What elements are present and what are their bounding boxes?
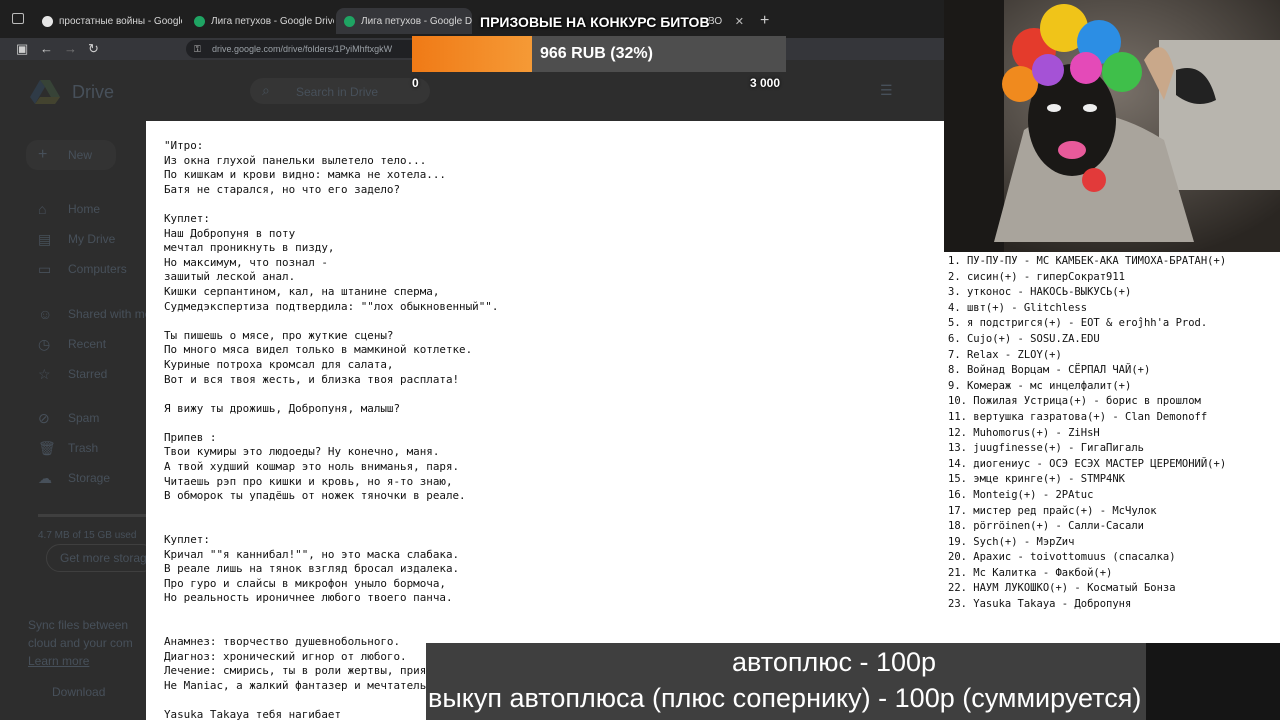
participant-item: 17. мистер ред прайс(+) - МсЧулок <box>948 504 1157 517</box>
reload-icon[interactable]: ↻ <box>88 41 99 57</box>
document-line: Вот и вся твоя жесть, и близка твоя расп… <box>164 372 460 386</box>
tab-sheets[interactable]: простатные войны - Google Sheets ✕ <box>34 8 182 34</box>
document-preview: "Итро: Из окна глухой панельки вылетело т… <box>146 121 944 720</box>
tab-title: Лига петухов - Google Drive <box>361 15 472 27</box>
participant-item: 8. Войнад Ворцам - СЁРПАЛ ЧАЙ(+) <box>948 364 1151 377</box>
participant-item: 19. Sych(+) - МэрZич <box>948 535 1075 548</box>
participant-item: 3. утконос - НАКОСЬ-ВЫКУСЬ(+) <box>948 286 1132 299</box>
participants-list: 1. ПУ-ПУ-ПУ - МС КАМБЕК-АКА ТИМОХА-БРАТА… <box>948 254 1226 613</box>
document-line: Припев : <box>164 430 217 444</box>
document-line: Куриные потроха кромсал для салата, <box>164 357 394 371</box>
document-line: В реале лишь на тянок взгляд бросал изда… <box>164 562 460 576</box>
tab-drive-active[interactable]: Лига петухов - Google Drive <box>336 8 472 34</box>
document-line: А твой худший кошмар это ноль вниманья, … <box>164 460 460 474</box>
participant-item: 22. НАУМ ЛУКОШКО(+) - Косматый Бонза <box>948 582 1176 595</box>
back-icon[interactable]: ← <box>40 41 53 56</box>
url-text: drive.google.com/drive/folders/1PyiMhftx… <box>212 44 393 54</box>
document-line: Куплет: <box>164 533 210 547</box>
document-line: Кишки серпантином, кал, на штанине сперм… <box>164 284 440 298</box>
caption-line-1: автоплюс - 100р <box>732 647 937 677</box>
progress-min: 0 <box>412 76 419 90</box>
browser-tab-bar: простатные войны - Google Sheets ✕ Лига … <box>0 0 944 38</box>
document-line: мечтал проникнуть в пизду, <box>164 241 335 255</box>
participant-item: 11. вертушка газратова(+) - Clan Demonof… <box>948 410 1208 423</box>
participant-item: 7. Relax - ZLOY(+) <box>948 348 1062 361</box>
document-line: Но максимум, что познал - <box>164 255 328 269</box>
tab-title: Лига петухов - Google Drive <box>211 15 334 27</box>
caption-line-2: выкуп автоплюса (плюс сопернику) - 100р … <box>428 683 1142 713</box>
document-line: Читаешь рэп про кишки и кровь, но я-то з… <box>164 474 453 488</box>
drive-favicon-icon <box>344 15 355 27</box>
participant-item: 12. Muhomorus(+) - ZiHsH <box>948 426 1100 439</box>
participant-item: 15. эмце кринге(+) - STMP4NK <box>948 473 1126 486</box>
participants-panel: 1. ПУ-ПУ-ПУ - МС КАМБЕК-АКА ТИМОХА-БРАТА… <box>944 252 1280 643</box>
document-line: Куплет: <box>164 211 210 225</box>
participant-item: 18. pörröinen(+) - Салли-Сасали <box>948 520 1144 533</box>
participant-item: 4. швт(+) - Glitchless <box>948 301 1088 314</box>
forward-icon[interactable]: → <box>64 41 77 56</box>
stream-captions: автоплюс - 100р выкуп автоплюса (плюс со… <box>0 643 1280 720</box>
participant-item: 2. сисин(+) - гиперСократ911 <box>948 270 1126 283</box>
document-line: Батя не старался, но что его задело? <box>164 182 401 196</box>
participant-item: 6. Cujo(+) - SOSU.ZA.EDU <box>948 332 1100 345</box>
document-line: По кишкам и крови видно: мамка не хотела… <box>164 168 446 182</box>
document-line: Твои кумиры это людоеды? Ну конечно, ман… <box>164 445 440 459</box>
tab-title: простатные войны - Google Sheets <box>59 15 182 27</box>
caption-background-dark <box>1146 643 1280 720</box>
tab-actions-icon[interactable] <box>12 13 24 24</box>
document-line: Наш Добропуня в поту <box>164 226 296 240</box>
webcam-feed <box>944 0 1280 252</box>
document-line: Ты пишешь о мясе, про жуткие сцены? <box>164 328 394 342</box>
participant-item: 9. Комераж - мс инцелфалит(+) <box>948 379 1132 392</box>
close-tab-icon[interactable]: ✕ <box>735 15 744 28</box>
tab-title: ВО <box>708 15 723 27</box>
participant-item: 14. диогениус - ОСЭ ЕСЭХ МАСТЕР ЦЕРЕМОНИ… <box>948 457 1227 470</box>
participant-item: 1. ПУ-ПУ-ПУ - МС КАМБЕК-АКА ТИМОХА-БРАТА… <box>948 255 1227 267</box>
progress-bar: 966 RUB (32%) <box>412 36 786 72</box>
document-line: Я вижу ты дрожишь, Добропуня, малыш? <box>164 401 401 415</box>
progress-label: 966 RUB (32%) <box>540 45 653 62</box>
address-bar[interactable]: drive.google.com/drive/folders/1PyiMhftx… <box>186 40 426 58</box>
document-line: По много мяса видел только в мамкиной ко… <box>164 343 473 357</box>
google-favicon-icon <box>42 15 53 27</box>
document-line: Кричал ""я каннибал!"", но это маска сла… <box>164 547 460 561</box>
participant-item: 5. я подстригся(+) - EOT & eroĵhh'a Prod… <box>948 317 1208 330</box>
progress-title: ПРИЗОВЫЕ НА КОНКУРС БИТОВ <box>480 14 710 30</box>
streamer-webcam-image <box>944 0 1280 252</box>
site-info-icon[interactable]: ⚿ <box>194 44 201 55</box>
sidebar-toggle-icon[interactable]: ▣ <box>16 41 28 57</box>
new-tab-icon[interactable]: + <box>760 12 769 30</box>
participant-item: 10. Пожилая Устрица(+) - борис в прошлом <box>948 395 1201 408</box>
document-line: Из окна глухой панельки вылетело тело... <box>164 153 427 167</box>
participant-item: 13. juugfinesse(+) - ГигаПигаль <box>948 442 1144 455</box>
progress-max: 3 000 <box>750 76 781 90</box>
tab-drive-1[interactable]: Лига петухов - Google Drive ✕ <box>186 8 334 34</box>
lyrics-text: "Итро: Из окна глухой панельки вылетело т… <box>164 139 498 720</box>
document-line: Но реальность ироничнее любого твоего па… <box>164 591 453 605</box>
document-line: В обморок ты упадёшь от ножек тяночки в … <box>164 489 466 503</box>
document-line: Судмедэкспертиза подтвердила: ""лох обык… <box>164 299 499 313</box>
document-line: Про гуро и слайсы в микрофон уныло бормо… <box>164 576 446 590</box>
progress-fill <box>412 36 532 72</box>
participant-item: 21. Мс Калитка - Факбой(+) <box>948 566 1113 579</box>
document-line: зашитый леской анал. <box>164 270 296 284</box>
drive-favicon-icon <box>194 15 205 27</box>
participant-item: 16. Monteig(+) - 2PAtuc <box>948 488 1094 501</box>
participant-item: 20. Арахис - toivottomuus (спасалка) <box>948 551 1176 564</box>
participant-item: 23. Yasuka Takaya - Добропуня <box>948 598 1132 611</box>
document-line: "Итро: <box>164 139 204 152</box>
